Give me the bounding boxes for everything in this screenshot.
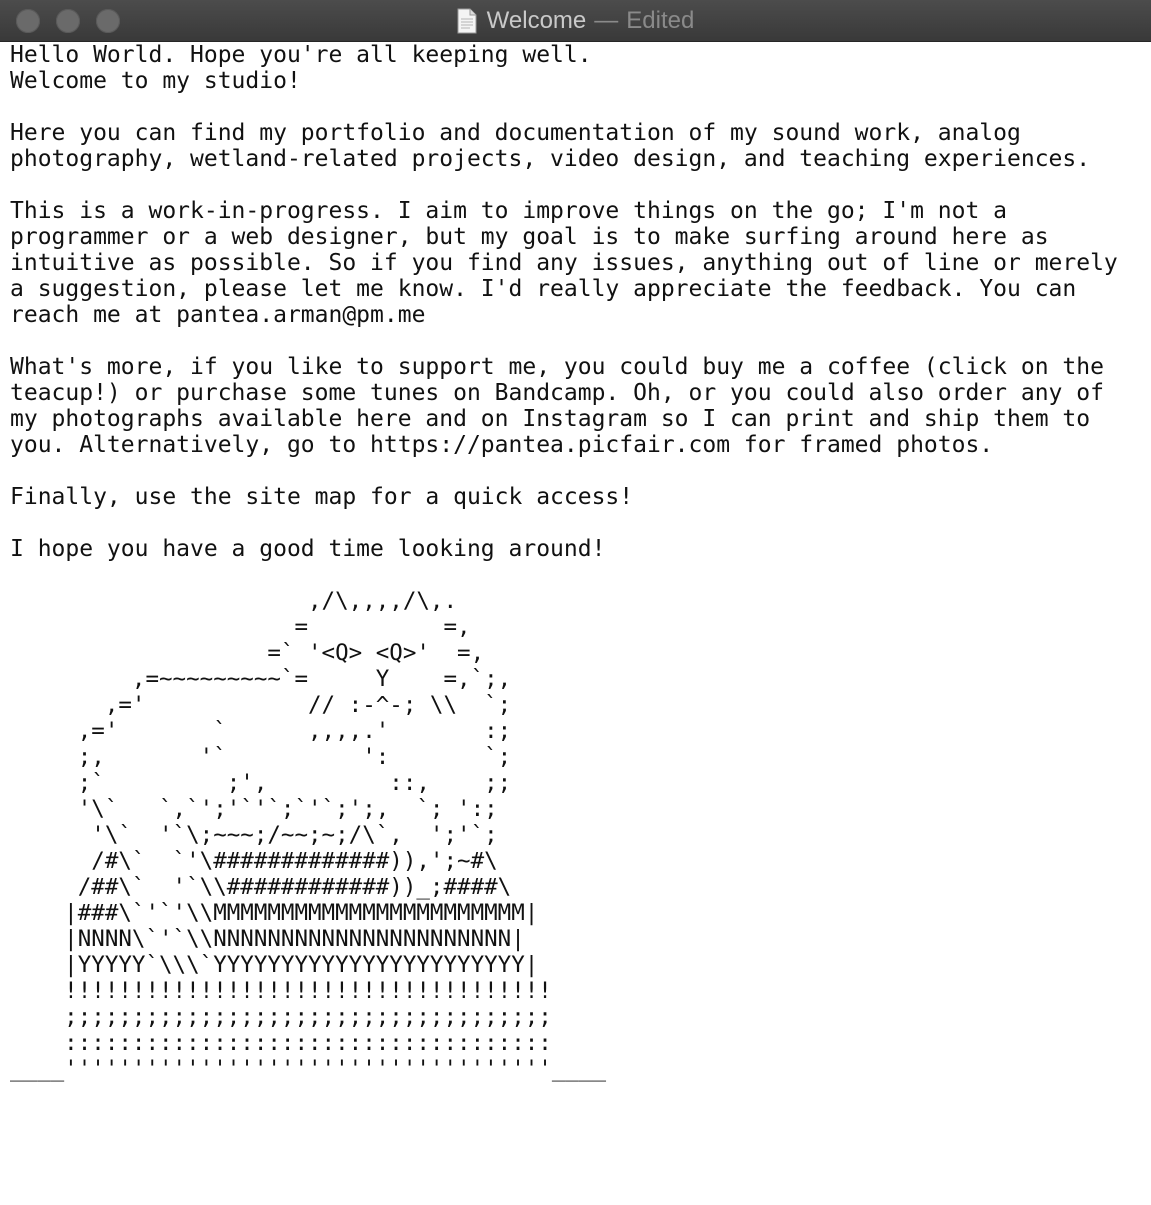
edited-status: Edited [626,7,695,34]
window-title-group: Welcome — Edited [0,0,1151,42]
title-bar[interactable]: Welcome — Edited [0,0,1151,42]
textedit-window: Welcome — Edited Hello World. Hope you'r… [0,0,1151,1205]
title-separator: — [594,7,619,34]
window-title: Welcome [486,7,587,34]
document-body-text[interactable]: Hello World. Hope you're all keeping wel… [0,42,1151,588]
document-icon[interactable] [457,8,477,34]
ascii-art-teacup[interactable]: ,/\,,,,/\,. = =, =` '<Q> <Q>' =, ,=~~~~~… [0,588,1151,1082]
text-editor-area[interactable]: Hello World. Hope you're all keeping wel… [0,42,1151,1205]
